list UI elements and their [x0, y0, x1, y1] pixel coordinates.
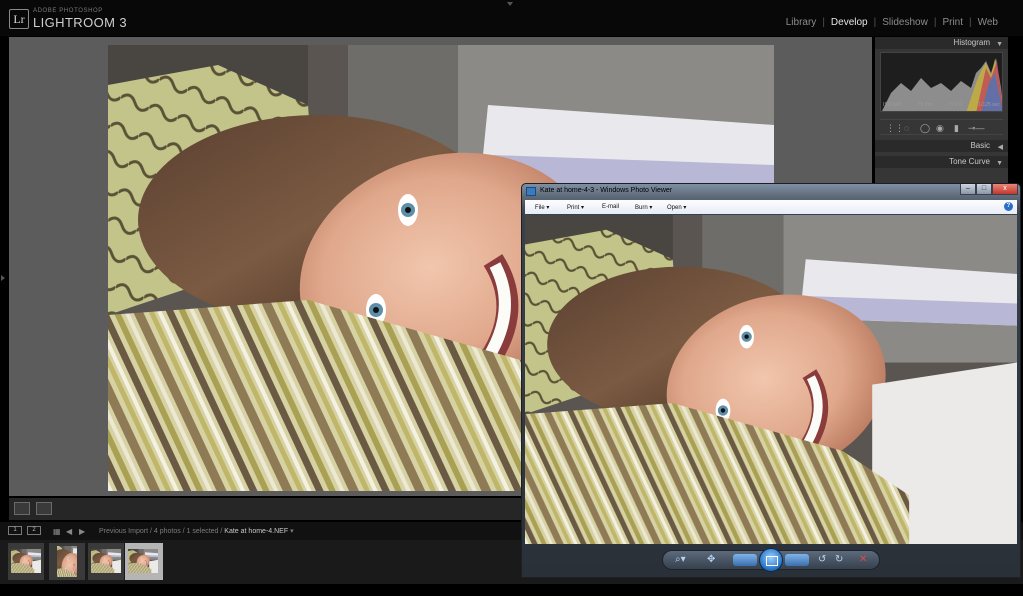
- left-panel-toggle-icon[interactable]: [1, 275, 5, 281]
- chevron-down-icon: ▾: [683, 205, 687, 211]
- chevron-down-icon: ▾: [649, 205, 653, 211]
- collapse-triangle-icon: ▼: [996, 160, 1003, 167]
- menu-open-label: Open: [667, 205, 682, 211]
- thumbnail-image: [91, 549, 121, 573]
- filmstrip-thumbnail[interactable]: [88, 543, 124, 580]
- adjustment-brush-icon[interactable]: ▮: [954, 123, 959, 134]
- menu-burn-label: Burn: [635, 205, 648, 211]
- menu-print-label: Print: [567, 205, 580, 211]
- exif-info: ISO 640 75 mm f / 4.0 1/125 sec: [880, 102, 1003, 108]
- aperture-value: f / 4.0: [949, 102, 962, 108]
- module-develop[interactable]: Develop: [825, 17, 874, 28]
- rotate-clockwise-icon[interactable]: ↻: [835, 554, 843, 566]
- module-library[interactable]: Library: [780, 17, 823, 28]
- basic-label: Basic: [970, 141, 990, 150]
- menu-bar: File ▾ Print ▾ E-mail Burn ▾ Open ▾ ?: [525, 200, 1017, 214]
- menu-burn[interactable]: Burn ▾: [635, 204, 652, 211]
- rotate-counterclockwise-icon[interactable]: ↺: [818, 554, 826, 566]
- menu-file[interactable]: File ▾: [535, 204, 549, 211]
- primary-window-button[interactable]: 1: [8, 526, 22, 535]
- photo-viewer-window: Kate at home-4-3 - Windows Photo Viewer …: [521, 183, 1021, 578]
- next-icon[interactable]: [785, 554, 809, 566]
- delete-icon[interactable]: ✕: [859, 554, 867, 566]
- filmstrip-thumbnail[interactable]: [49, 543, 85, 580]
- zoom-icon[interactable]: ⌕▾: [675, 554, 686, 566]
- breadcrumb-source: Previous Import / 4 photos / 1 selected …: [99, 528, 223, 535]
- crop-tool-icon[interactable]: ⋮⋮: [886, 123, 904, 134]
- loupe-view-button[interactable]: [14, 502, 30, 515]
- viewer-photo[interactable]: [525, 215, 1017, 544]
- module-picker: Library | Develop | Slideshow | Print | …: [780, 17, 1004, 28]
- menu-print[interactable]: Print ▾: [567, 204, 584, 211]
- thumbnail-image: [57, 546, 77, 577]
- module-print[interactable]: Print: [936, 17, 969, 28]
- menu-file-label: File: [535, 205, 545, 211]
- caption-buttons: – □ x: [960, 184, 1018, 195]
- product-title: LIGHTROOM 3: [33, 15, 127, 30]
- red-eye-icon[interactable]: ◯: [920, 123, 930, 134]
- maximize-button[interactable]: □: [976, 184, 992, 195]
- focal-length-value: 75 mm: [917, 102, 934, 108]
- minimize-button[interactable]: –: [960, 184, 976, 195]
- develop-tool-strip: ⋮⋮ ◌ ◯ ◉ ▮ ⊸—: [880, 119, 1003, 135]
- photo-viewer-app-icon: [526, 187, 536, 196]
- tone-curve-header[interactable]: Tone Curve ▼: [875, 156, 1008, 168]
- secondary-window-button[interactable]: 2: [27, 526, 41, 535]
- window-title: Kate at home-4-3 - Windows Photo Viewer: [540, 187, 673, 194]
- basic-header[interactable]: Basic ◀: [875, 140, 1008, 152]
- grid-view-icon[interactable]: ▦: [53, 527, 61, 536]
- brush-slider-icon[interactable]: ⊸—: [968, 123, 985, 134]
- histogram-header[interactable]: Histogram ▼: [875, 37, 1008, 49]
- close-button[interactable]: x: [992, 184, 1018, 195]
- product-subtitle: ADOBE PHOTOSHOP: [33, 8, 103, 14]
- menu-open[interactable]: Open ▾: [667, 204, 686, 211]
- top-panel-toggle-icon[interactable]: [507, 2, 513, 6]
- filmstrip-breadcrumb[interactable]: Previous Import / 4 photos / 1 selected …: [99, 527, 294, 535]
- module-web[interactable]: Web: [972, 17, 1004, 28]
- menu-email[interactable]: E-mail: [602, 204, 619, 210]
- forward-arrow-icon[interactable]: ▶: [79, 527, 85, 536]
- right-panel: Histogram ▼ ISO 640 75 mm f / 4.0 1/125 …: [875, 37, 1008, 187]
- viewer-photo-image: [525, 215, 1017, 544]
- filmstrip-thumbnail-selected[interactable]: [125, 543, 163, 580]
- thumbnail-image: [128, 549, 158, 573]
- actual-size-icon[interactable]: ✥: [707, 554, 715, 566]
- before-after-button[interactable]: [36, 502, 52, 515]
- chevron-down-icon: ▾: [546, 205, 550, 211]
- filmstrip-thumbnail[interactable]: [8, 543, 44, 580]
- help-icon[interactable]: ?: [1004, 202, 1013, 211]
- shutter-value: 1/125 sec: [978, 102, 1000, 108]
- histogram-label: Histogram: [953, 38, 990, 47]
- collapse-triangle-icon: ▼: [996, 41, 1003, 48]
- previous-icon[interactable]: [733, 554, 757, 566]
- slideshow-icon[interactable]: [759, 548, 783, 572]
- menu-email-label: E-mail: [602, 204, 620, 210]
- breadcrumb-filename: Kate at home-4.NEF: [224, 528, 289, 535]
- viewer-control-bar: ⌕▾ ✥ ↺ ↻ ✕: [662, 548, 880, 572]
- back-arrow-icon[interactable]: ◀: [66, 527, 72, 536]
- chevron-down-icon: ▾: [581, 205, 585, 211]
- expand-triangle-icon: ◀: [997, 144, 1003, 151]
- thumbnail-image: [11, 549, 41, 573]
- chevron-down-icon: ▾: [290, 528, 294, 535]
- tone-curve-label: Tone Curve: [949, 157, 990, 166]
- module-slideshow[interactable]: Slideshow: [876, 17, 934, 28]
- iso-value: ISO 640: [883, 102, 902, 108]
- lightroom-logo-icon: Lr: [9, 9, 29, 29]
- spot-removal-icon[interactable]: ◌: [904, 123, 909, 133]
- graduated-filter-icon[interactable]: ◉: [936, 123, 944, 134]
